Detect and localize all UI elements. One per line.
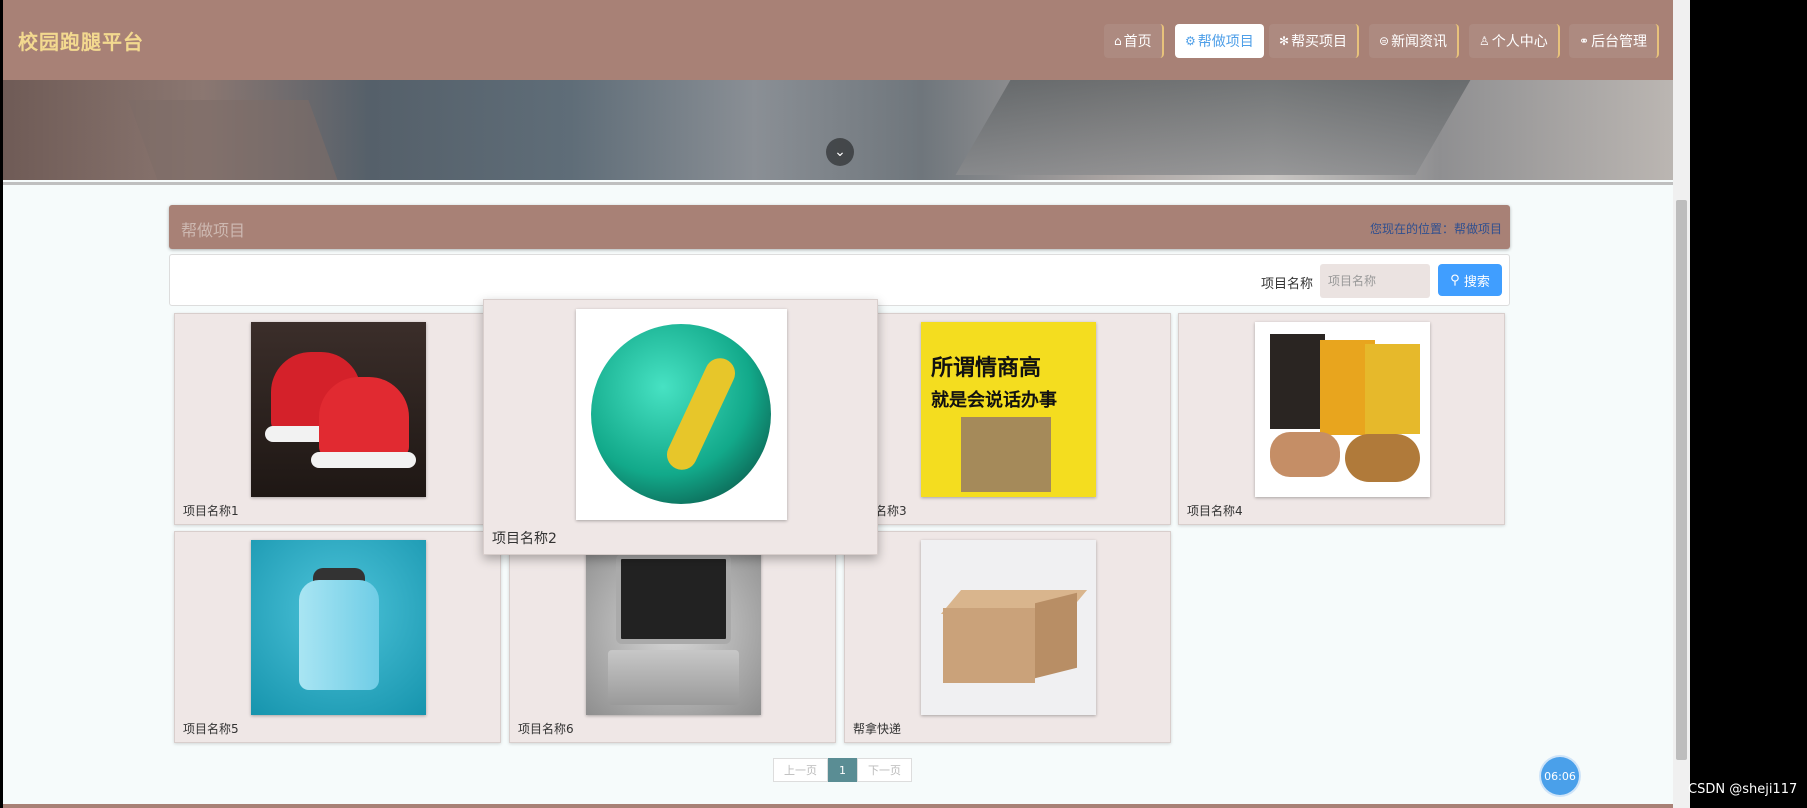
search-button[interactable]: ⚲ 搜索	[1438, 264, 1502, 296]
gear-icon: ⚙	[1185, 34, 1196, 48]
scrollbar[interactable]	[1673, 0, 1690, 808]
item-name: 项目名称2	[492, 531, 557, 547]
product-image[interactable]	[251, 540, 426, 715]
item-name: 项目名称4	[1187, 504, 1243, 518]
snowflake-icon: ✻	[1279, 34, 1290, 48]
product-image[interactable]	[576, 309, 787, 520]
brand-title[interactable]: 校园跑腿平台	[18, 26, 144, 55]
item-name: 项目名称5	[183, 722, 239, 736]
product-image[interactable]	[251, 322, 426, 497]
next-page-button[interactable]: 下一页	[857, 758, 912, 782]
item-name: 项目名称1	[183, 504, 239, 518]
search-label: 项目名称	[1261, 277, 1314, 292]
home-icon: ⌂	[1114, 34, 1122, 48]
link-icon: ⚭	[1579, 34, 1590, 48]
divider	[3, 182, 1673, 185]
book-cover-subtitle: 就是会说话办事	[931, 390, 1057, 411]
top-navbar: 校园跑腿平台 ⌂ 首页 ⚙ 帮做项目 ✻ 帮买项目 ⊜ 新闻资讯 ♙ 个人中心 ⚭ 后台管理	[3, 0, 1673, 80]
app-window: 校园跑腿平台 ⌂ 首页 ⚙ 帮做项目 ✻ 帮买项目 ⊜ 新闻资讯 ♙ 个人中心 ⚭ 后台管理…	[3, 0, 1673, 808]
news-icon: ⊜	[1379, 34, 1390, 48]
item-name: 帮拿快递	[853, 722, 902, 736]
list-item[interactable]: 帮拿快递	[844, 531, 1171, 743]
watermark: CSDN @sheji117	[1688, 782, 1798, 797]
list-item[interactable]: 项目名称4	[1178, 313, 1505, 525]
book-cover-title: 所谓情商高	[931, 356, 1042, 381]
product-image[interactable]	[921, 540, 1096, 715]
search-input[interactable]	[1320, 264, 1430, 298]
nav-help-do[interactable]: ⚙ 帮做项目	[1175, 24, 1264, 58]
section-header: 帮做项目 您现在的位置：帮做项目	[169, 205, 1510, 249]
timer-badge[interactable]: 06:06	[1541, 757, 1579, 795]
footer-strip	[3, 804, 1673, 808]
nav-home[interactable]: ⌂ 首页	[1104, 24, 1164, 58]
section-title: 帮做项目	[181, 221, 246, 240]
product-image[interactable]: 所谓情商高 就是会说话办事	[921, 322, 1096, 497]
list-item[interactable]: 项目名称6	[509, 531, 836, 743]
breadcrumb: 您现在的位置：帮做项目	[1369, 222, 1502, 236]
nav-help-buy[interactable]: ✻ 帮买项目	[1269, 24, 1360, 58]
nav-profile[interactable]: ♙ 个人中心	[1469, 24, 1560, 58]
list-item[interactable]: 所谓情商高 就是会说话办事 名称3	[844, 313, 1171, 525]
pagination: 上一页 1 下一页	[773, 758, 912, 782]
product-image[interactable]	[1255, 322, 1430, 497]
list-item[interactable]: 项目名称5	[174, 531, 501, 743]
search-icon: ⚲	[1450, 272, 1464, 288]
prev-page-button[interactable]: 上一页	[773, 758, 828, 782]
nav-admin[interactable]: ⚭ 后台管理	[1569, 24, 1660, 58]
item-name: 名称3	[875, 504, 907, 518]
user-icon: ♙	[1479, 34, 1490, 48]
scrollbar-thumb[interactable]	[1676, 200, 1687, 760]
product-image[interactable]	[586, 540, 761, 715]
banner-image: ⌄	[3, 80, 1673, 180]
chevron-down-icon[interactable]: ⌄	[826, 138, 854, 166]
list-item[interactable]: 项目名称1	[174, 313, 501, 525]
page-number-button[interactable]: 1	[828, 758, 857, 782]
item-name: 项目名称6	[518, 722, 574, 736]
nav-news[interactable]: ⊜ 新闻资讯	[1369, 24, 1460, 58]
list-item-hovered[interactable]: 项目名称2	[483, 299, 878, 555]
